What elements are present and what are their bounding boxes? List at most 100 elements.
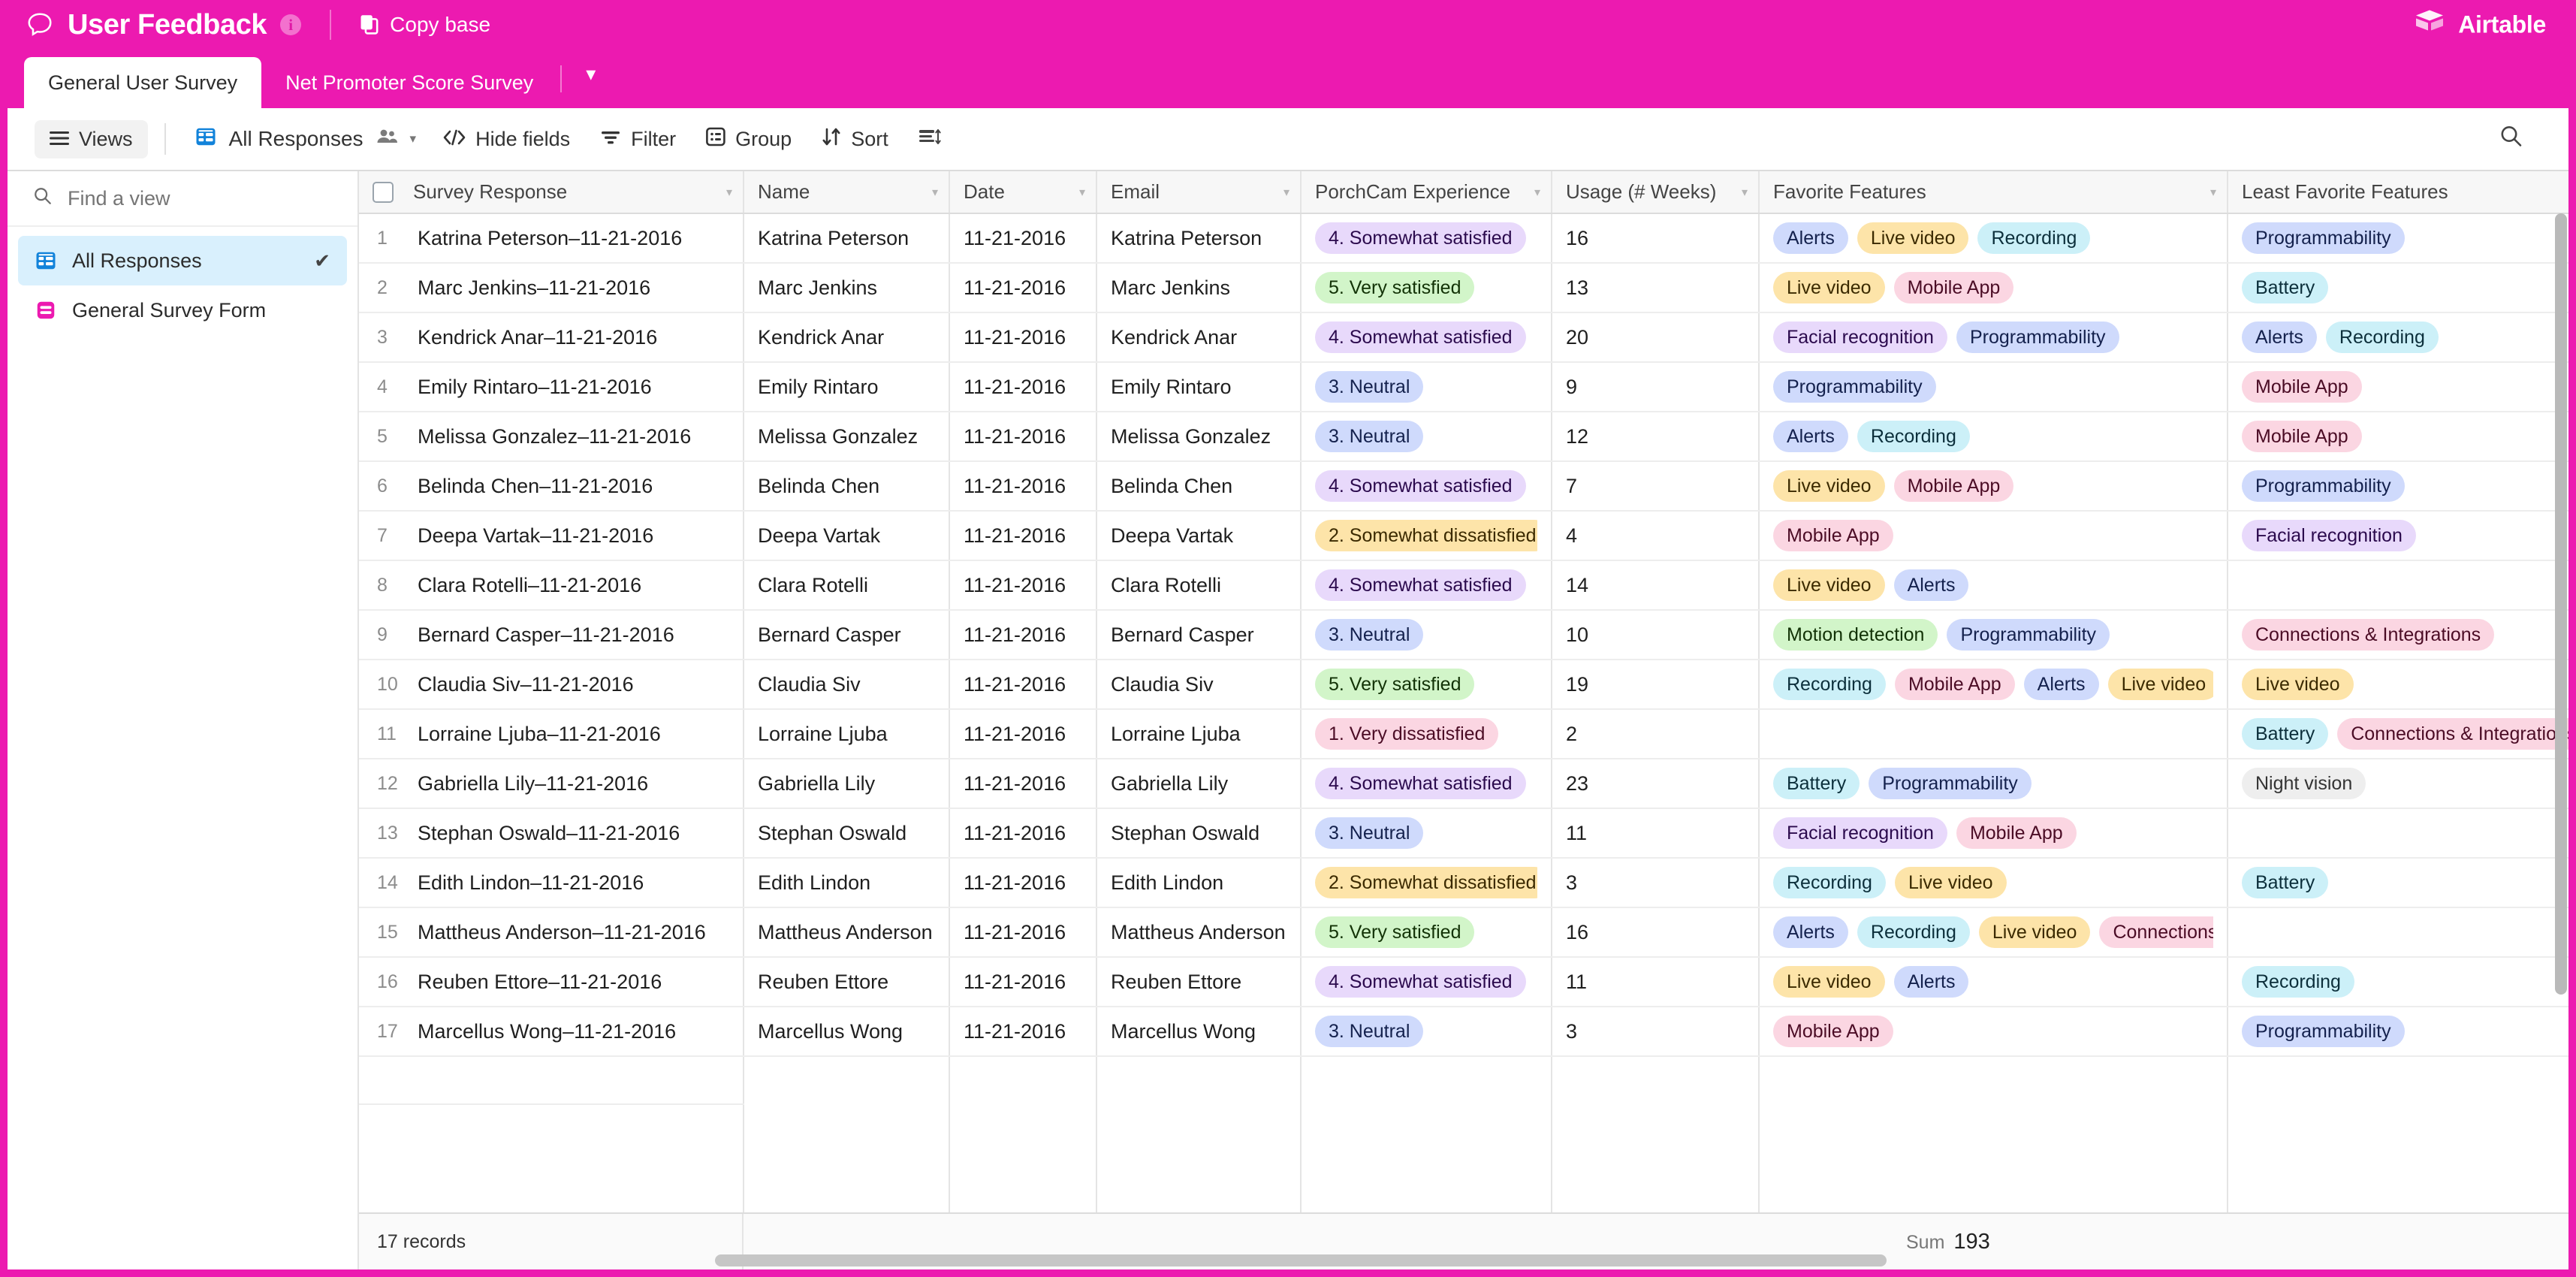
cell-name[interactable]: Marcellus Wong [744,1007,950,1057]
table-row[interactable]: 5 Melissa Gonzalez–11-21-2016 Melissa Gonz… [359,412,2568,462]
cell-date[interactable]: 11-21-2016 [949,1007,1097,1057]
table-row[interactable]: 12 Gabriella Lily–11-21-2016 Gabriella Lil… [359,759,2568,809]
feature-chip[interactable]: Recording [1857,916,1970,949]
cell-email[interactable]: Marc Jenkins [1096,263,1302,313]
cell-porchcam-experience[interactable]: 2. Somewhat dissatisfied [1301,858,1552,908]
cell-email[interactable]: Marcellus Wong [1096,1007,1302,1057]
feature-chip[interactable]: Live video [2107,668,2213,701]
cell-name[interactable]: Clara Rotelli [744,560,950,611]
feature-chip[interactable]: Alerts [2242,321,2317,354]
table-row[interactable]: 6 Belinda Chen–11-21-2016 Belinda Chen 11-2… [359,461,2568,512]
table-row[interactable]: 11 Lorraine Ljuba–11-21-2016 Lorraine Ljub… [359,709,2568,759]
cell-survey-response[interactable]: 10 Claudia Siv–11-21-2016 [359,660,744,710]
cell-name[interactable]: Kendrick Anar [744,312,950,363]
find-view-input[interactable] [68,186,315,210]
cell-favorite-features[interactable]: Mobile App [1759,511,2228,561]
chevron-down-icon[interactable]: ▾ [1742,185,1748,200]
cell-least-favorite-features[interactable]: Connections & Integrations [2228,610,2568,660]
cell-survey-response[interactable]: 5 Melissa Gonzalez–11-21-2016 [359,412,744,462]
feature-chip[interactable]: Connections & Integrations [2337,717,2568,750]
cell-name[interactable]: Deepa Vartak [744,511,950,561]
cell-favorite-features[interactable]: Facial recognition Programmability [1759,312,2228,363]
cell-usage-weeks[interactable]: 13 [1552,263,1760,313]
experience-chip[interactable]: 5. Very satisfied [1315,668,1475,701]
experience-chip[interactable]: 4. Somewhat satisfied [1315,767,1526,800]
feature-chip[interactable]: Recording [2242,965,2354,998]
cell-name[interactable]: Bernard Casper [744,610,950,660]
cell-porchcam-experience[interactable]: 3. Neutral [1301,412,1552,462]
cell-date[interactable]: 11-21-2016 [949,412,1097,462]
cell-usage-weeks[interactable]: 7 [1552,461,1760,512]
cell-usage-weeks[interactable]: 3 [1552,858,1760,908]
cell-favorite-features[interactable]: Live video Mobile App [1759,461,2228,512]
scrollbar-thumb[interactable] [715,1254,1887,1266]
feature-chip[interactable]: Mobile App [1773,1015,1893,1048]
cell-least-favorite-features[interactable]: Night vision [2228,759,2568,809]
chevron-down-icon[interactable]: ▾ [1534,185,1540,200]
airtable-logo[interactable]: Airtable [2415,9,2546,41]
cell-email[interactable]: Bernard Casper [1096,610,1302,660]
feature-chip[interactable]: Facial recognition [1773,817,1947,850]
row-height-button[interactable] [903,120,956,158]
search-button[interactable] [2484,117,2538,162]
cell-usage-weeks[interactable]: 10 [1552,610,1760,660]
experience-chip[interactable]: 4. Somewhat satisfied [1315,321,1526,354]
cell-usage-weeks[interactable]: 11 [1552,957,1760,1007]
column-header-email[interactable]: Email ▾ [1096,171,1302,214]
experience-chip[interactable]: 4. Somewhat satisfied [1315,222,1526,255]
feature-chip[interactable]: Alerts [1773,916,1848,949]
experience-chip[interactable]: 3. Neutral [1315,370,1424,403]
cell-email[interactable]: Katrina Peterson [1096,213,1302,264]
feature-chip[interactable]: Connections & Integrations [2242,618,2495,651]
cell-survey-response[interactable]: 14 Edith Lindon–11-21-2016 [359,858,744,908]
experience-chip[interactable]: 3. Neutral [1315,817,1424,850]
cell-date[interactable]: 11-21-2016 [949,808,1097,859]
cell-least-favorite-features[interactable]: Programmability [2228,213,2568,264]
cell-email[interactable]: Clara Rotelli [1096,560,1302,611]
cell-favorite-features[interactable]: Recording Mobile App Alerts Live video [1759,660,2228,710]
cell-email[interactable]: Reuben Ettore [1096,957,1302,1007]
cell-survey-response[interactable]: 9 Bernard Casper–11-21-2016 [359,610,744,660]
group-button[interactable]: Group [691,119,807,159]
column-header-date[interactable]: Date ▾ [949,171,1097,214]
cell-favorite-features[interactable]: Recording Live video [1759,858,2228,908]
cell-least-favorite-features[interactable] [2228,907,2568,958]
cell-date[interactable]: 11-21-2016 [949,362,1097,412]
table-row[interactable]: 8 Clara Rotelli–11-21-2016 Clara Rotelli 11… [359,560,2568,611]
experience-chip[interactable]: 4. Somewhat satisfied [1315,569,1526,602]
feature-chip[interactable]: Programmability [1956,321,2119,354]
column-header-name[interactable]: Name ▾ [744,171,950,214]
feature-chip[interactable]: Alerts [1773,222,1848,255]
cell-usage-weeks[interactable]: 3 [1552,1007,1760,1057]
feature-chip[interactable]: Programmability [2242,222,2405,255]
feature-chip[interactable]: Live video [1773,965,1885,998]
cell-name[interactable]: Mattheus Anderson [744,907,950,958]
cell-usage-weeks[interactable]: 2 [1552,709,1760,759]
chevron-down-icon[interactable]: ▾ [932,185,938,200]
cell-porchcam-experience[interactable]: 3. Neutral [1301,1007,1552,1057]
cell-least-favorite-features[interactable]: Battery [2228,263,2568,313]
feature-chip[interactable]: Live video [1773,469,1885,503]
feature-chip[interactable]: Alerts [1773,420,1848,453]
cell-usage-weeks[interactable]: 11 [1552,808,1760,859]
cell-porchcam-experience[interactable]: 3. Neutral [1301,362,1552,412]
experience-chip[interactable]: 4. Somewhat satisfied [1315,469,1526,503]
cell-survey-response[interactable]: 11 Lorraine Ljuba–11-21-2016 [359,709,744,759]
cell-favorite-features[interactable]: Facial recognition Mobile App [1759,808,2228,859]
column-header-porchcam-experience[interactable]: PorchCam Experience ▾ [1301,171,1552,214]
feature-chip[interactable]: Live video [1773,569,1885,602]
cell-survey-response[interactable]: 2 Marc Jenkins–11-21-2016 [359,263,744,313]
cell-date[interactable]: 11-21-2016 [949,709,1097,759]
cell-porchcam-experience[interactable]: 4. Somewhat satisfied [1301,461,1552,512]
cell-date[interactable]: 11-21-2016 [949,263,1097,313]
table-row[interactable]: 10 Claudia Siv–11-21-2016 Claudia Siv 11-21… [359,660,2568,710]
cell-date[interactable]: 11-21-2016 [949,660,1097,710]
cell-favorite-features[interactable]: Live video Mobile App [1759,263,2228,313]
experience-chip[interactable]: 3. Neutral [1315,1015,1424,1048]
cell-date[interactable]: 11-21-2016 [949,213,1097,264]
feature-chip[interactable]: Mobile App [1893,469,2014,503]
cell-favorite-features[interactable]: Programmability [1759,362,2228,412]
cell-email[interactable]: Mattheus Anderson [1096,907,1302,958]
cell-least-favorite-features[interactable]: Battery [2228,858,2568,908]
cell-name[interactable]: Katrina Peterson [744,213,950,264]
